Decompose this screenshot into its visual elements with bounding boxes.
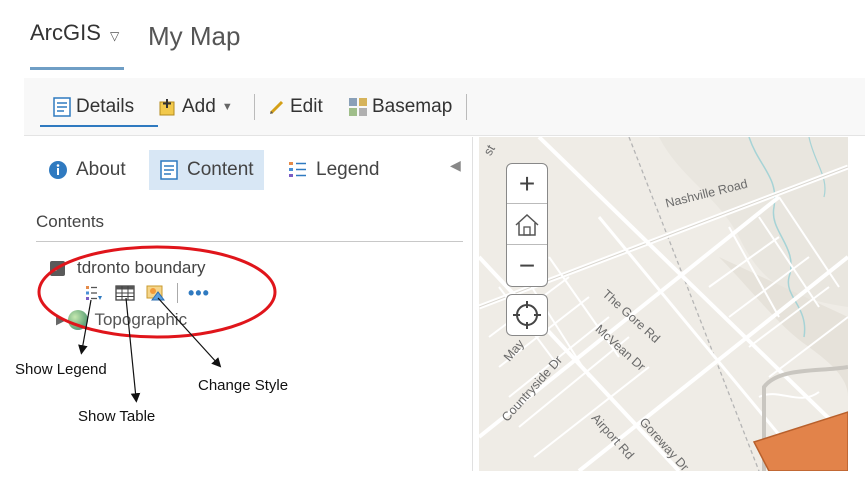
contents-heading: Contents [36, 212, 105, 231]
tab-legend[interactable]: Legend [278, 150, 389, 190]
show-table-annotation: Show Table [78, 408, 156, 425]
layer-tools: ••• [82, 283, 210, 303]
chevron-down-icon: ▼ [221, 101, 233, 113]
details-button[interactable]: Details [52, 92, 134, 122]
basemap-label: Basemap [372, 96, 453, 117]
zoom-controls: + − [506, 163, 548, 287]
show-table-icon[interactable] [113, 283, 137, 303]
details-active-underline [40, 125, 158, 127]
tab-about-label: About [76, 159, 126, 180]
tab-about[interactable]: About [38, 150, 136, 190]
edit-label: Edit [290, 96, 323, 117]
legend-icon [288, 160, 308, 180]
change-style-annotation: Change Style [198, 377, 289, 394]
zoom-out-button[interactable]: − [507, 246, 547, 286]
more-options-icon[interactable]: ••• [188, 284, 210, 302]
locate-button[interactable] [506, 294, 548, 336]
change-style-icon[interactable] [144, 283, 168, 303]
home-icon [515, 213, 539, 236]
basemap-grid-icon [348, 97, 368, 117]
tab-content-label: Content [187, 159, 254, 180]
tab-legend-label: Legend [316, 159, 380, 180]
basemap-layer-row: ▶ Topographic [56, 310, 187, 330]
map-title: My Map [148, 21, 241, 51]
show-legend-annotation: Show Legend [15, 361, 107, 378]
content-list-icon [159, 160, 179, 180]
basemap-button[interactable]: Basemap [348, 92, 452, 122]
brand-dropdown-icon[interactable]: ▽ [110, 29, 119, 43]
zoom-in-button[interactable]: + [507, 164, 547, 204]
toolbar-divider [254, 94, 255, 120]
basemap-layer-name[interactable]: Topographic [94, 310, 187, 330]
map-view[interactable]: Nashville Road The Gore Rd McVean Dr Cou… [479, 137, 848, 471]
add-label: Add [182, 96, 216, 117]
app-header: ArcGIS ▽ My Map [0, 0, 865, 72]
contents-divider [36, 241, 463, 242]
info-icon [48, 160, 68, 180]
add-button[interactable]: Add ▼ [158, 92, 233, 122]
expand-arrow-icon[interactable]: ▶ [56, 314, 64, 327]
home-button[interactable] [507, 205, 547, 245]
main-toolbar: Details Add ▼ Edit Basemap [24, 78, 865, 136]
pencil-icon [268, 98, 286, 116]
brand-underline [30, 67, 124, 70]
edit-button[interactable]: Edit [268, 92, 323, 122]
collapse-panel-icon[interactable]: ◀ [450, 157, 461, 174]
layer-visibility-checkbox[interactable]: ✓ [50, 260, 65, 276]
toolbar-divider [466, 94, 467, 120]
layer-row: ✓ tdronto boundary [50, 258, 206, 278]
globe-icon [68, 310, 89, 330]
add-layer-icon [158, 97, 178, 117]
arcgis-brand[interactable]: ArcGIS [30, 20, 101, 46]
locate-crosshair-icon [513, 301, 541, 329]
tab-content[interactable]: Content [149, 150, 264, 190]
details-label: Details [76, 96, 135, 117]
layer-name[interactable]: tdronto boundary [77, 258, 206, 278]
show-legend-icon[interactable] [82, 283, 106, 303]
layer-tools-divider [177, 283, 178, 303]
details-icon [52, 97, 72, 117]
